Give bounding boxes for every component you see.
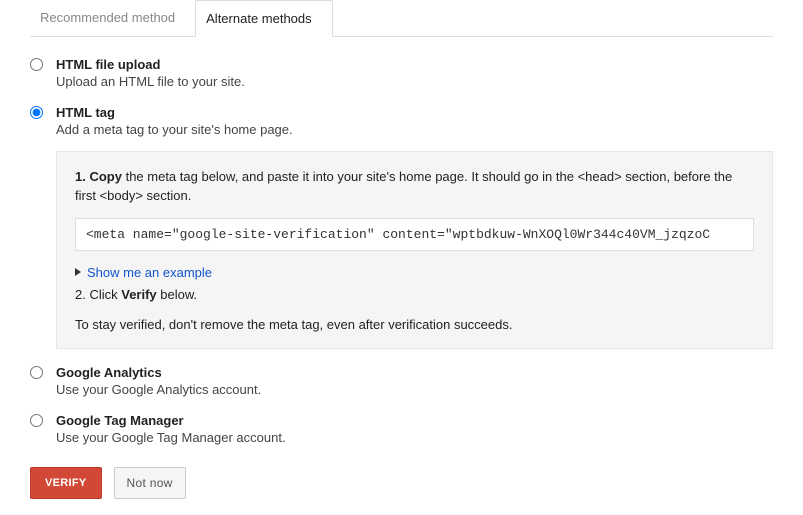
meta-tag-code[interactable]: <meta name="google-site-verification" co… bbox=[75, 218, 754, 251]
radio-analytics[interactable] bbox=[30, 366, 43, 379]
method-title-analytics: Google Analytics bbox=[56, 365, 773, 380]
method-html-tag: HTML tag Add a meta tag to your site's h… bbox=[30, 105, 773, 349]
method-desc-tag-manager: Use your Google Tag Manager account. bbox=[56, 430, 773, 445]
tab-alternate[interactable]: Alternate methods bbox=[195, 0, 333, 37]
tabs-bar: Recommended method Alternate methods bbox=[30, 0, 773, 37]
method-html-file: HTML file upload Upload an HTML file to … bbox=[30, 57, 773, 89]
triangle-right-icon bbox=[75, 268, 81, 276]
verification-note: To stay verified, don't remove the meta … bbox=[75, 317, 754, 332]
radio-html-file[interactable] bbox=[30, 58, 43, 71]
radio-html-tag[interactable] bbox=[30, 106, 43, 119]
method-title-html-file: HTML file upload bbox=[56, 57, 773, 72]
show-example-text: Show me an example bbox=[87, 265, 212, 280]
not-now-button[interactable]: Not now bbox=[114, 467, 186, 499]
show-example-link[interactable]: Show me an example bbox=[75, 265, 212, 280]
verify-button[interactable]: VERIFY bbox=[30, 467, 102, 499]
method-tag-manager: Google Tag Manager Use your Google Tag M… bbox=[30, 413, 773, 445]
step1-text: 1. Copy the meta tag below, and paste it… bbox=[75, 168, 754, 206]
method-analytics: Google Analytics Use your Google Analyti… bbox=[30, 365, 773, 397]
tab-recommended[interactable]: Recommended method bbox=[30, 0, 195, 36]
method-title-html-tag: HTML tag bbox=[56, 105, 773, 120]
radio-tag-manager[interactable] bbox=[30, 414, 43, 427]
method-desc-html-tag: Add a meta tag to your site's home page. bbox=[56, 122, 773, 137]
method-desc-analytics: Use your Google Analytics account. bbox=[56, 382, 773, 397]
action-row: VERIFY Not now bbox=[30, 467, 773, 499]
html-tag-details: 1. Copy the meta tag below, and paste it… bbox=[56, 151, 773, 349]
method-title-tag-manager: Google Tag Manager bbox=[56, 413, 773, 428]
method-desc-html-file: Upload an HTML file to your site. bbox=[56, 74, 773, 89]
step2-text: 2. Click Verify below. bbox=[75, 286, 754, 305]
